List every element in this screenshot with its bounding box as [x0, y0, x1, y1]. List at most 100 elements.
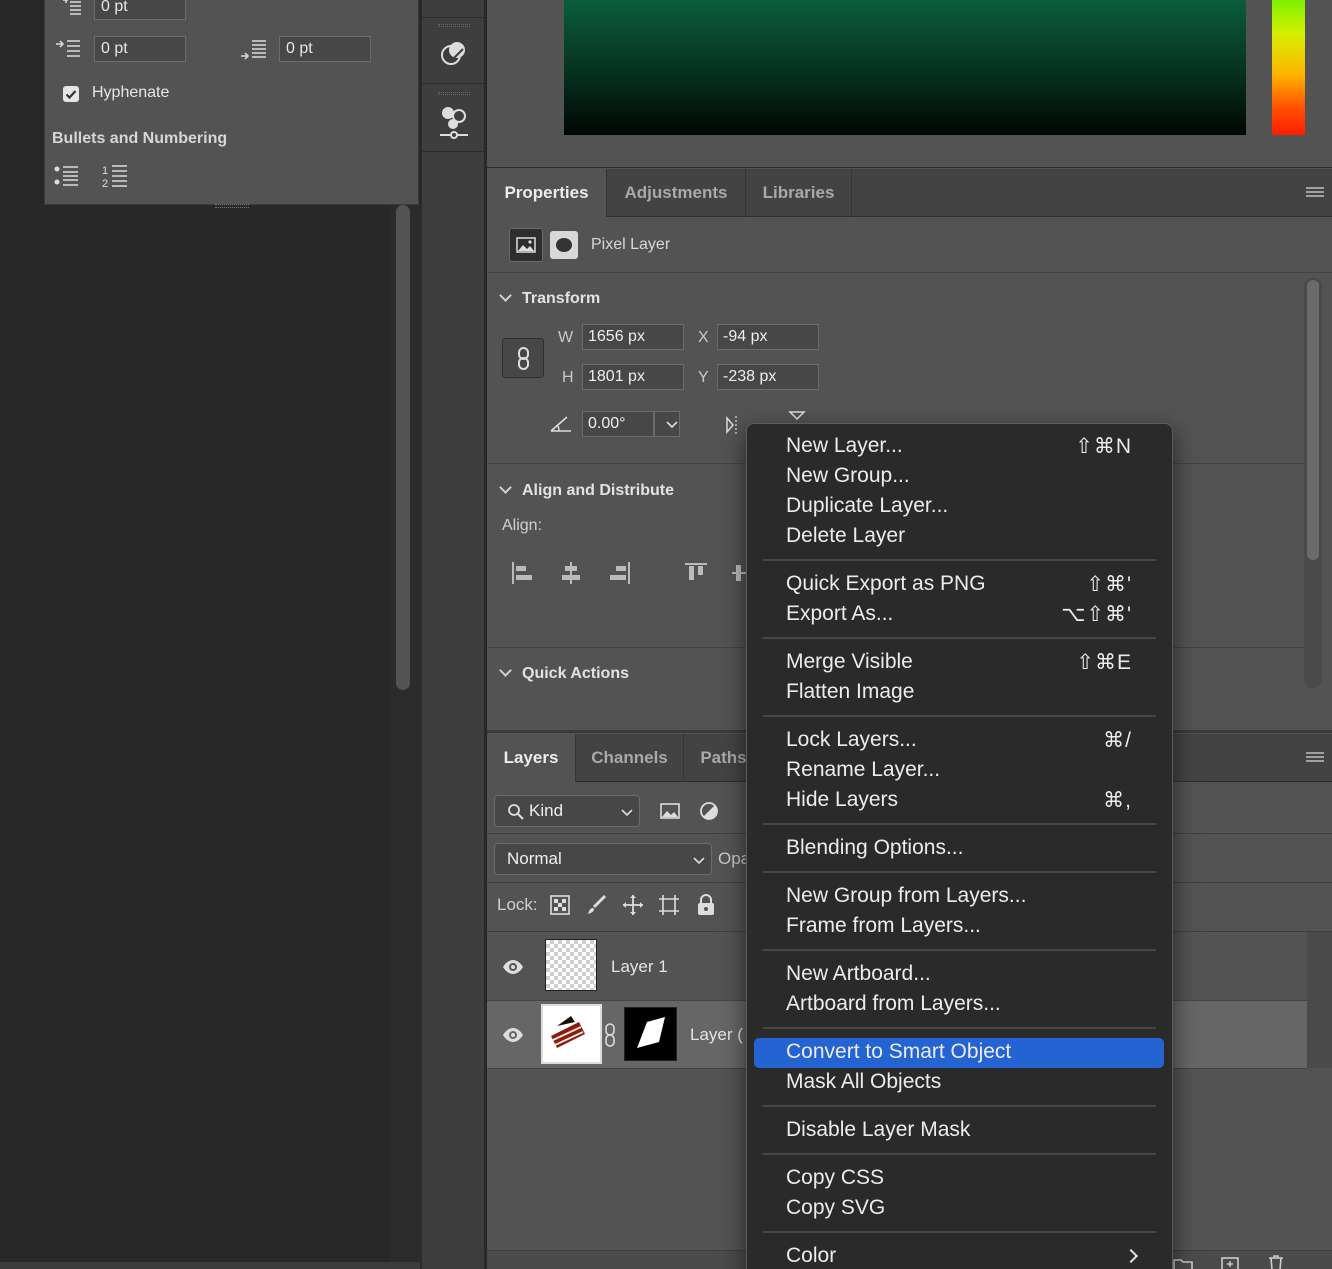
mask-link-icon[interactable]	[603, 1022, 617, 1048]
menu-item-flatten-image[interactable]: Flatten Image	[754, 678, 1164, 708]
filter-adjustment-icon[interactable]	[699, 801, 719, 821]
menu-item-label: New Artboard...	[786, 962, 931, 985]
menu-item-delete-layer[interactable]: Delete Layer	[754, 522, 1164, 552]
panel-resize-grip[interactable]	[215, 204, 249, 208]
menu-item-label: Color	[786, 1244, 837, 1267]
indent-left-field[interactable]: 0 pt	[94, 36, 186, 62]
svg-text:1: 1	[102, 165, 108, 177]
menu-separator	[763, 1153, 1156, 1155]
menu-item-mask-all-objects[interactable]: Mask All Objects	[754, 1068, 1164, 1098]
menu-item-rename-layer[interactable]: Rename Layer...	[754, 756, 1164, 786]
blend-mode-select[interactable]: Normal	[494, 843, 712, 875]
menu-item-lock-layers[interactable]: Lock Layers... ⌘/	[754, 726, 1164, 756]
panel-menu-icon[interactable]	[1306, 752, 1324, 762]
align-left-icon[interactable]	[511, 561, 535, 585]
svg-text:2: 2	[102, 178, 108, 190]
flip-vertical-icon[interactable]	[787, 409, 807, 423]
width-field[interactable]: 1656 px	[582, 324, 684, 350]
lock-all-icon[interactable]	[696, 893, 716, 917]
lock-image-pixels-icon[interactable]	[585, 893, 609, 917]
menu-item-shortcut: ⌥⇧⌘'	[1061, 603, 1132, 626]
tab-channels[interactable]: Channels	[576, 734, 684, 782]
bullet-list-icon[interactable]	[53, 164, 81, 190]
new-layer-icon[interactable]	[1220, 1256, 1240, 1269]
menu-item-hide-layers[interactable]: Hide Layers ⌘,	[754, 786, 1164, 816]
menu-item-new-layer[interactable]: New Layer... ⇧⌘N	[754, 432, 1164, 462]
menu-item-export-as[interactable]: Export As... ⌥⇧⌘'	[754, 600, 1164, 630]
layer-filter-select[interactable]: Kind	[494, 795, 640, 827]
angle-field[interactable]: 0.00°	[582, 411, 654, 437]
tool-presets-icon	[438, 104, 470, 140]
new-group-icon[interactable]	[1173, 1256, 1193, 1269]
lock-position-icon[interactable]	[621, 893, 645, 917]
bullets-numbering-title: Bullets and Numbering	[52, 130, 228, 147]
menu-separator	[763, 823, 1156, 825]
menu-item-artboard-from-layers[interactable]: Artboard from Layers...	[754, 990, 1164, 1020]
menu-item-label: New Group...	[786, 464, 910, 487]
menu-item-new-artboard[interactable]: New Artboard...	[754, 960, 1164, 990]
filter-pixel-icon[interactable]	[659, 801, 681, 821]
menu-item-copy-css[interactable]: Copy CSS	[754, 1164, 1164, 1194]
x-field[interactable]: -94 px	[717, 324, 819, 350]
chevron-down-icon	[499, 289, 512, 302]
properties-scrollbar[interactable]	[1307, 280, 1319, 560]
menu-item-merge-visible[interactable]: Merge Visible ⇧⌘E	[754, 648, 1164, 678]
panel-menu-icon[interactable]	[1306, 187, 1324, 197]
menu-item-label: Disable Layer Mask	[786, 1118, 971, 1141]
angle-dropdown[interactable]	[654, 411, 680, 437]
hyphenate-checkbox[interactable]	[63, 86, 79, 102]
lock-transparent-pixels-icon[interactable]	[550, 895, 570, 915]
tab-adjustments[interactable]: Adjustments	[607, 169, 746, 217]
color-picker-field[interactable]	[564, 0, 1246, 135]
menu-item-convert-to-smart-object[interactable]: Convert to Smart Object	[754, 1038, 1164, 1068]
menu-separator	[763, 949, 1156, 951]
menu-separator	[763, 559, 1156, 561]
menu-item-label: Copy CSS	[786, 1166, 885, 1189]
menu-item-shortcut: ⌘,	[1103, 789, 1132, 812]
dock-cell-tool-presets[interactable]	[422, 86, 486, 152]
indent-first-line-field[interactable]: 0 pt	[94, 0, 186, 20]
menu-item-label: Convert to Smart Object	[786, 1040, 1012, 1063]
dock-cell-clone-source[interactable]	[422, 18, 486, 84]
menu-item-disable-layer-mask[interactable]: Disable Layer Mask	[754, 1116, 1164, 1146]
align-center-horizontal-icon[interactable]	[559, 561, 583, 585]
menu-item-duplicate-layer[interactable]: Duplicate Layer...	[754, 492, 1164, 522]
align-top-icon[interactable]	[684, 561, 708, 585]
search-icon	[507, 803, 525, 821]
layer-mask-thumbnail[interactable]	[624, 1007, 677, 1061]
menu-item-copy-svg[interactable]: Copy SVG	[754, 1194, 1164, 1224]
hue-slider[interactable]	[1272, 0, 1305, 135]
tab-properties[interactable]: Properties	[487, 169, 607, 217]
lock-artboard-icon[interactable]	[657, 893, 681, 917]
menu-item-frame-from-layers[interactable]: Frame from Layers...	[754, 912, 1164, 942]
transform-section-header[interactable]: Transform	[499, 289, 600, 308]
chevron-down-icon	[499, 481, 512, 494]
menu-item-color[interactable]: Color	[754, 1242, 1164, 1269]
indent-first-line-icon	[61, 0, 83, 16]
y-field[interactable]: -238 px	[717, 364, 819, 390]
quick-actions-section-header[interactable]: Quick Actions	[499, 664, 629, 683]
menu-item-blending-options[interactable]: Blending Options...	[754, 834, 1164, 864]
properties-tabbar: Properties Adjustments Libraries	[487, 169, 1332, 217]
align-section-header[interactable]: Align and Distribute	[499, 481, 674, 500]
left-scrollbar[interactable]	[396, 205, 410, 690]
layer-mask-icon[interactable]	[550, 231, 578, 259]
flip-horizontal-icon[interactable]	[725, 415, 747, 435]
menu-separator	[763, 715, 1156, 717]
align-right-icon[interactable]	[607, 561, 631, 585]
menu-item-quick-export-as-png[interactable]: Quick Export as PNG ⇧⌘'	[754, 570, 1164, 600]
tab-libraries[interactable]: Libraries	[746, 169, 852, 217]
paragraph-panel: 0 pt 0 pt 0 pt Hyphenate Bullets and Num…	[44, 0, 419, 208]
visibility-eye-icon[interactable]	[502, 956, 524, 978]
visibility-eye-icon[interactable]	[502, 1024, 524, 1046]
pixel-layer-icon[interactable]	[509, 228, 543, 262]
menu-item-new-group-from-layers[interactable]: New Group from Layers...	[754, 882, 1164, 912]
tab-layers[interactable]: Layers	[487, 734, 576, 782]
numbered-list-icon[interactable]: 12	[101, 162, 131, 190]
link-dimensions-button[interactable]	[502, 338, 544, 378]
menu-item-new-group[interactable]: New Group...	[754, 462, 1164, 492]
space-after-field[interactable]: 0 pt	[279, 36, 371, 62]
height-field[interactable]: 1801 px	[582, 364, 684, 390]
delete-layer-icon[interactable]	[1266, 1254, 1286, 1269]
menu-item-label: Delete Layer	[786, 524, 906, 547]
